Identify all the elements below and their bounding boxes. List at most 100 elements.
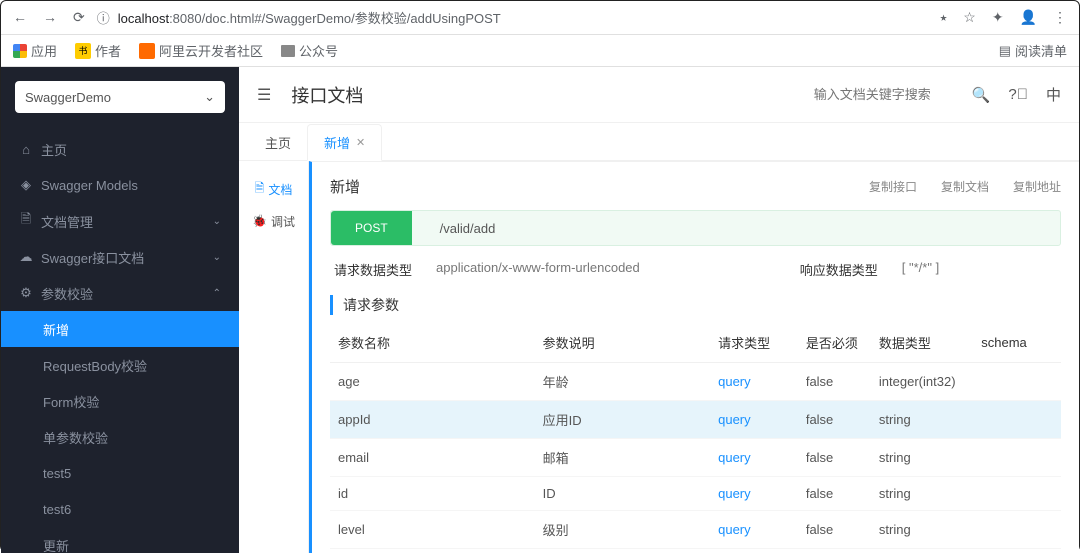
sidebar-item-validate[interactable]: ⚙参数校验⌃ bbox=[1, 275, 239, 311]
cell-reqtype: query bbox=[710, 439, 798, 477]
resp-type-label: 响应数据类型 bbox=[800, 260, 878, 279]
table-row: email 邮箱 query false string bbox=[330, 439, 1061, 477]
cell-name: age bbox=[330, 363, 535, 401]
col-required: 是否必须 bbox=[798, 323, 871, 363]
home-icon: ⌂ bbox=[19, 142, 33, 157]
copy-interface-link[interactable]: 复制接口 bbox=[869, 178, 917, 195]
cell-required: false bbox=[798, 477, 871, 511]
doc-content: 新增 复制接口 复制文档 复制地址 POST /valid/add 请 bbox=[309, 161, 1079, 553]
back-icon[interactable]: ← bbox=[13, 9, 27, 26]
section-params-title: 请求参数 bbox=[330, 295, 1061, 315]
copy-addr-link[interactable]: 复制地址 bbox=[1013, 178, 1061, 195]
search-input[interactable] bbox=[814, 87, 954, 102]
params-table: 参数名称 参数说明 请求类型 是否必须 数据类型 schema age 年龄 q… bbox=[330, 323, 1061, 553]
extension-icon[interactable]: ✦ bbox=[992, 9, 1004, 26]
cell-schema bbox=[973, 549, 1061, 553]
sidebar-item-home[interactable]: ⌂主页 bbox=[1, 131, 239, 167]
favorite-icon[interactable]: ☆ bbox=[963, 9, 976, 26]
profile-icon[interactable]: 👤 bbox=[1020, 9, 1037, 26]
method-row: POST /valid/add bbox=[330, 210, 1061, 246]
copy-doc-link[interactable]: 复制文档 bbox=[941, 178, 989, 195]
sidebar-item-interface[interactable]: ☁Swagger接口文档⌄ bbox=[1, 239, 239, 275]
table-row: id ID query false string bbox=[330, 477, 1061, 511]
cell-required: false bbox=[798, 363, 871, 401]
cell-schema bbox=[973, 363, 1061, 401]
menu-toggle-icon[interactable]: ☰ bbox=[257, 85, 271, 105]
apps-icon bbox=[13, 44, 27, 58]
cell-reqtype: query bbox=[710, 477, 798, 511]
cell-desc: ID bbox=[535, 477, 710, 511]
cell-reqtype: query bbox=[710, 511, 798, 549]
cell-reqtype: query bbox=[710, 401, 798, 439]
req-type-label: 请求数据类型 bbox=[334, 260, 412, 279]
cell-reqtype: query bbox=[710, 363, 798, 401]
cell-desc: 邮箱 bbox=[535, 439, 710, 477]
sidebar-sub-add[interactable]: 新增 bbox=[1, 311, 239, 347]
cell-name: level bbox=[330, 511, 535, 549]
cell-name: email bbox=[330, 439, 535, 477]
sidebar-sub-single[interactable]: 单参数校验 bbox=[1, 419, 239, 455]
url-bar[interactable]: ⓘ localhost:8080/doc.html#/SwaggerDemo/参… bbox=[97, 8, 928, 27]
cell-name: appId bbox=[330, 401, 535, 439]
bookmark-aliyun[interactable]: 阿里云开发者社区 bbox=[139, 41, 263, 60]
lang-toggle[interactable]: 中 bbox=[1046, 84, 1061, 105]
project-name: SwaggerDemo bbox=[25, 90, 111, 105]
bookmark-reading-list[interactable]: ▤阅读清单 bbox=[999, 41, 1067, 60]
cell-required: false bbox=[798, 401, 871, 439]
method-path: /valid/add bbox=[412, 221, 496, 236]
page-title: 接口文档 bbox=[291, 82, 363, 108]
topbar: ☰ 接口文档 🔍 ?⃝ 中 bbox=[239, 67, 1079, 123]
tab-home[interactable]: 主页 bbox=[249, 125, 307, 160]
lefttab-debug[interactable]: 🐞调试 bbox=[239, 205, 308, 237]
col-schema: schema bbox=[973, 323, 1061, 363]
info-icon[interactable]: ⓘ bbox=[97, 8, 110, 27]
table-row: level 级别 query false string bbox=[330, 511, 1061, 549]
sidebar-item-docs[interactable]: 🗎文档管理⌄ bbox=[1, 203, 239, 239]
cell-desc: 级别 bbox=[535, 511, 710, 549]
sidebar-sub-test5[interactable]: test5 bbox=[1, 455, 239, 491]
tab-add[interactable]: 新增✕ bbox=[307, 124, 382, 161]
browser-toolbar: ← → ⟳ ⓘ localhost:8080/doc.html#/Swagger… bbox=[1, 1, 1079, 35]
chevron-down-icon: ⌄ bbox=[204, 89, 215, 105]
lefttab-doc[interactable]: 🗎文档 bbox=[239, 173, 308, 205]
content-area: ☰ 接口文档 🔍 ?⃝ 中 主页 新增✕ 🗎文档 🐞调试 新增 bbox=[239, 67, 1079, 553]
cell-desc: 年龄 bbox=[535, 363, 710, 401]
project-select[interactable]: SwaggerDemo ⌄ bbox=[15, 81, 225, 113]
folder-icon bbox=[281, 45, 295, 57]
cell-datatype: string bbox=[871, 511, 973, 549]
col-reqtype: 请求类型 bbox=[710, 323, 798, 363]
left-tabs: 🗎文档 🐞调试 bbox=[239, 161, 309, 553]
cell-datatype: integer(int32) bbox=[871, 363, 973, 401]
gear-icon: ⚙ bbox=[19, 285, 33, 301]
reload-icon[interactable]: ⟳ bbox=[73, 9, 85, 26]
col-desc: 参数说明 bbox=[535, 323, 710, 363]
doc-icon: 🗎 bbox=[255, 179, 265, 200]
method-badge: POST bbox=[331, 211, 412, 245]
resp-type-value: [ "*/*" ] bbox=[902, 260, 939, 279]
close-icon[interactable]: ✕ bbox=[356, 136, 365, 149]
cell-required: false bbox=[798, 549, 871, 553]
sidebar-sub-reqbody[interactable]: RequestBody校验 bbox=[1, 347, 239, 383]
nav-buttons: ← → ⟳ bbox=[13, 9, 85, 26]
bookmark-apps[interactable]: 应用 bbox=[13, 41, 57, 60]
toolbar-right: ⭑ ☆ ✦ 👤 ⋮ bbox=[940, 9, 1067, 26]
sidebar-item-models[interactable]: ◈Swagger Models bbox=[1, 167, 239, 203]
sidebar-sub-update[interactable]: 更新 bbox=[1, 527, 239, 553]
cell-schema bbox=[973, 401, 1061, 439]
menu-icon[interactable]: ⋮ bbox=[1053, 9, 1067, 26]
url-host: localhost bbox=[118, 11, 169, 26]
bookmark-author[interactable]: 书作者 bbox=[75, 41, 121, 60]
docs-icon: 🗎 bbox=[19, 210, 33, 232]
help-icon[interactable]: ?⃝ bbox=[1008, 86, 1028, 103]
cell-required: false bbox=[798, 511, 871, 549]
search-icon[interactable]: 🔍 bbox=[972, 86, 991, 104]
sidebar-sub-form[interactable]: Form校验 bbox=[1, 383, 239, 419]
forward-icon[interactable]: → bbox=[43, 9, 57, 26]
bookmark-public[interactable]: 公众号 bbox=[281, 41, 338, 60]
cell-schema bbox=[973, 511, 1061, 549]
author-icon: 书 bbox=[75, 43, 91, 59]
cell-required: false bbox=[798, 439, 871, 477]
sidebar-sub-test6[interactable]: test6 bbox=[1, 491, 239, 527]
translate-icon[interactable]: ⭑ bbox=[940, 9, 948, 26]
cell-schema bbox=[973, 439, 1061, 477]
